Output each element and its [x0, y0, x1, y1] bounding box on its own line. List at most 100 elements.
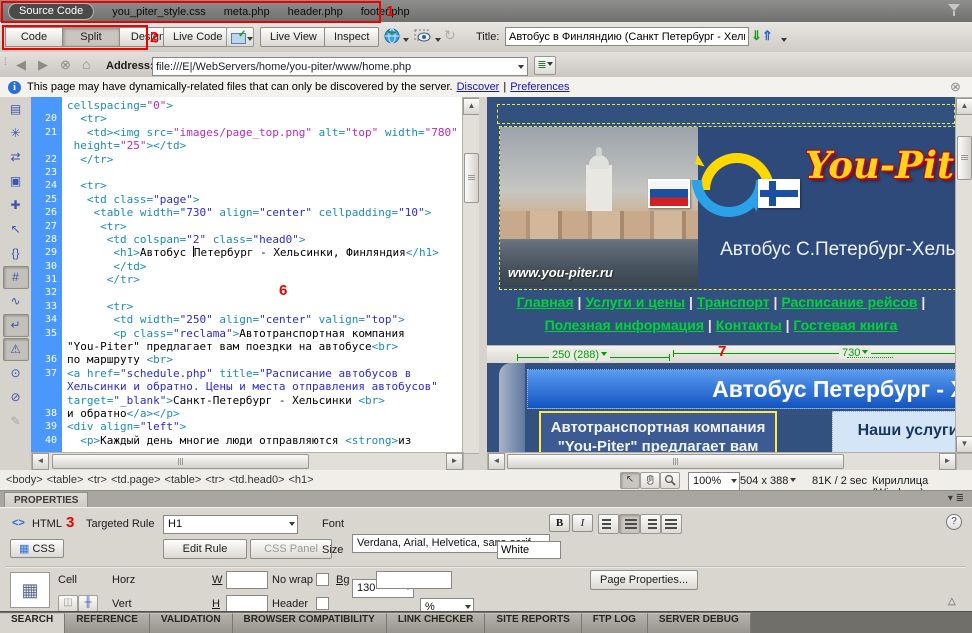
bold-button[interactable]: B [549, 514, 570, 532]
tag-selector-item[interactable]: <tr> [87, 474, 107, 486]
code-line[interactable]: target="_blank">Санкт-Петербург - Хельси… [31, 394, 462, 407]
address-dropdown-icon[interactable] [518, 65, 524, 72]
pane-splitter[interactable] [479, 97, 487, 470]
collapse-selection-icon[interactable]: ▣ [3, 170, 29, 193]
italic-button[interactable]: I [572, 514, 593, 532]
code-line[interactable]: 23 [31, 166, 462, 179]
visual-aids-icon[interactable] [414, 28, 432, 44]
filter-funnel-icon[interactable] [948, 4, 960, 16]
panel-menu-icon[interactable]: ▾ ≣ [948, 493, 964, 504]
discover-link[interactable]: Discover [457, 81, 500, 93]
tag-selector-item[interactable]: <table> [165, 474, 202, 486]
code-line[interactable]: height="25"></td> [31, 139, 462, 152]
scroll-up-icon[interactable]: ▲ [463, 98, 480, 115]
bottom-tab-link-checker[interactable]: LINK CHECKER [387, 613, 486, 633]
expand-all-icon[interactable]: ✚ [3, 194, 29, 217]
bg-color-field[interactable] [376, 571, 452, 589]
code-line[interactable]: 38и обратно</a></p> [31, 407, 462, 420]
css-mode-button[interactable]: ▦ CSS [10, 539, 64, 558]
code-line[interactable]: 40 <p>Каждый день многие люди отправляют… [31, 434, 462, 447]
edit-rule-button[interactable]: Edit Rule [163, 539, 247, 559]
header-banner[interactable]: www.you-piter.ru You-Piter Автобус С.Пет… [499, 126, 955, 290]
design-vertical-scrollbar[interactable]: ▲ ▼ [955, 97, 972, 454]
code-line[interactable]: Хельсинки и обратно. Цены и места отправ… [31, 380, 462, 393]
collapse-full-tag-icon[interactable]: ⇄ [3, 146, 29, 169]
tab-properties[interactable]: PROPERTIES [4, 492, 88, 508]
tag-selector-item[interactable]: <body> [6, 474, 43, 486]
syntax-error-alerts-icon[interactable]: ⚠ [3, 338, 29, 361]
select-tool-icon[interactable]: ↖ [620, 472, 640, 489]
code-line[interactable]: 35 <p class="reclama">Автотранспортная к… [31, 327, 462, 340]
tag-selector-item[interactable]: <h1> [289, 474, 314, 486]
check-browser-compatibility-icon[interactable]: ✓ [226, 27, 254, 47]
code-line[interactable]: 22 </tr> [31, 153, 462, 166]
live-code-button[interactable]: Live Code [163, 27, 233, 47]
line-numbers-icon[interactable]: # [3, 266, 29, 289]
text-color-field[interactable] [497, 541, 561, 559]
code-line[interactable]: 30 </td> [31, 260, 462, 273]
inspect-button[interactable]: Inspect [324, 27, 379, 47]
show-code-navigator-icon[interactable]: ✳ [3, 122, 29, 145]
align-justify-button[interactable] [661, 514, 682, 534]
magnification-combo[interactable]: 100% [688, 472, 740, 491]
code-line[interactable]: 34 <td width="250" align="center" valign… [31, 313, 462, 326]
code-line[interactable]: 28 <td colspan="2" class="head0"> [31, 233, 462, 246]
scroll-left-icon[interactable]: ◄ [488, 453, 505, 470]
home-icon[interactable]: ⌂ [82, 56, 90, 72]
targeted-rule-combo[interactable]: H1 [163, 515, 298, 534]
code-line[interactable]: 26 <table width="730" align="center" cel… [31, 206, 462, 219]
align-right-button[interactable] [640, 514, 661, 534]
scroll-right-icon[interactable]: ► [939, 453, 956, 470]
bottom-tab-search[interactable]: SEARCH [0, 613, 65, 633]
code-editor[interactable]: cellspacing="0">20 <tr>21 <td><img src="… [31, 97, 462, 452]
word-wrap-icon[interactable]: ↵ [3, 314, 29, 337]
services-heading[interactable]: Наши услуги [832, 411, 955, 452]
code-horizontal-scrollbar[interactable]: ◄ ► [31, 452, 464, 471]
nowrap-checkbox[interactable] [316, 573, 329, 586]
tag-selector-item[interactable]: <td.head0> [229, 474, 285, 486]
width-field[interactable] [226, 571, 268, 589]
nav-link[interactable]: Расписание рейсов [781, 294, 917, 310]
column-width-250[interactable]: 250 (288) [549, 349, 610, 361]
live-view-button[interactable]: Live View [260, 27, 327, 47]
apply-comment-icon[interactable]: ⊙ [3, 362, 29, 385]
highlight-invalid-code-icon[interactable]: ∿ [3, 290, 29, 313]
preferences-link[interactable]: Preferences [510, 81, 569, 93]
collapse-panel-icon[interactable]: △ [948, 596, 956, 607]
infobar-close-icon[interactable]: ⊗ [950, 79, 961, 95]
tag-selector-item[interactable]: <table> [47, 474, 84, 486]
code-line[interactable]: 24 <tr> [31, 179, 462, 192]
balance-braces-icon[interactable]: {} [3, 242, 29, 265]
bottom-tab-browser-compatibility[interactable]: BROWSER COMPATIBILITY [233, 613, 387, 633]
stop-icon[interactable]: ⊗ [60, 57, 71, 73]
nav-link[interactable]: Транспорт [697, 294, 770, 310]
view-options-icon[interactable]: ≣ [534, 56, 556, 75]
preview-in-browser-icon[interactable] [384, 28, 400, 44]
hand-tool-icon[interactable] [640, 472, 660, 489]
bottom-tab-site-reports[interactable]: SITE REPORTS [485, 613, 581, 633]
address-input[interactable] [152, 57, 528, 76]
scroll-right-icon[interactable]: ► [446, 453, 463, 470]
scroll-left-icon[interactable]: ◄ [32, 453, 49, 470]
header-checkbox[interactable] [316, 597, 329, 610]
back-icon[interactable]: ◀ [16, 57, 26, 73]
design-view[interactable]: www.you-piter.ru You-Piter Автобус С.Пет… [487, 97, 955, 452]
html-mode-button[interactable]: HTML [32, 518, 62, 530]
code-line[interactable]: 27 <tr> [31, 220, 462, 233]
page-properties-button[interactable]: Page Properties... [590, 570, 698, 590]
code-line[interactable]: 29 <h1>Автобус Петербург - Хельсинки, Фи… [31, 246, 462, 259]
tag-selector-item[interactable]: <tr> [205, 474, 225, 486]
page-heading[interactable]: Автобус Петербург - Хельсинки [527, 369, 955, 409]
bottom-tab-ftp-log[interactable]: FTP LOG [582, 613, 648, 633]
nav-link[interactable]: Главная [517, 294, 574, 310]
align-left-button[interactable] [598, 514, 619, 534]
code-line[interactable]: "You-Piter" предлагает вам поездки на ав… [31, 340, 462, 353]
nav-link[interactable]: Контакты [716, 317, 782, 333]
nav-link[interactable]: Полезная информация [545, 317, 704, 333]
code-line[interactable]: 25 <td class="page"> [31, 193, 462, 206]
scroll-down-icon[interactable]: ▼ [956, 436, 972, 453]
code-line[interactable]: 37<a href="schedule.php" title="Расписан… [31, 367, 462, 380]
reclama-box[interactable]: Автотранспортная компания "You-Piter" пр… [539, 411, 777, 452]
code-line[interactable]: 32 [31, 286, 462, 299]
bottom-tab-validation[interactable]: VALIDATION [150, 613, 233, 633]
